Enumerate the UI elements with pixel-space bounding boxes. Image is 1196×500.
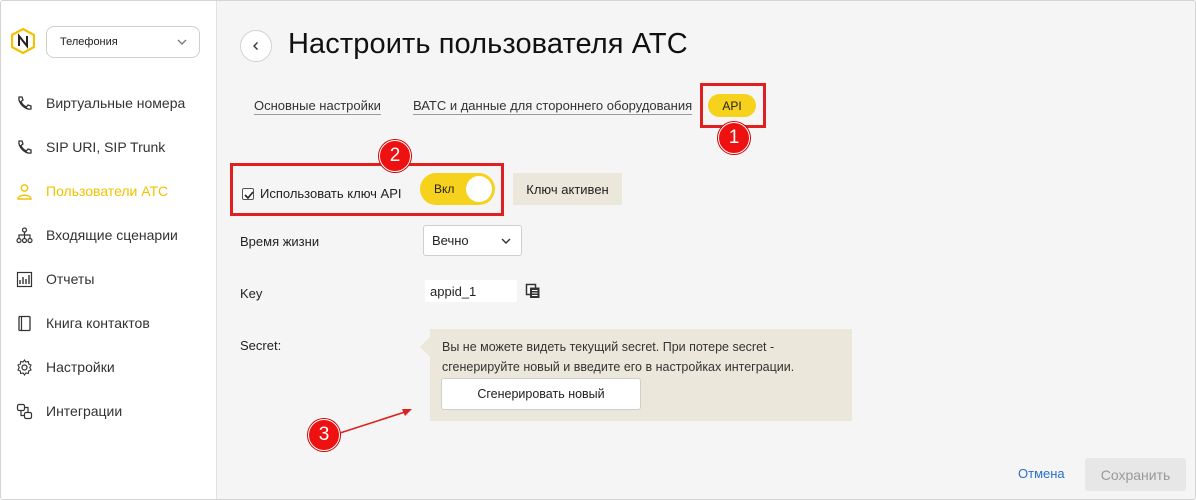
sidebar-item-label: SIP URI, SIP Trunk xyxy=(46,139,166,155)
key-label: Key xyxy=(240,286,263,301)
tab-general-settings[interactable]: Основные настройки xyxy=(254,98,381,115)
phone-icon xyxy=(18,96,32,110)
secret-label: Secret: xyxy=(240,338,282,353)
save-button[interactable]: Сохранить xyxy=(1085,458,1186,491)
integration-icon xyxy=(16,403,33,420)
generate-secret-button[interactable]: Сгенерировать новый xyxy=(441,378,641,410)
sidebar-nav: Виртуальные номера SIP URI, SIP Trunk По… xyxy=(1,81,217,433)
sidebar-item-label: Настройки xyxy=(46,359,115,375)
checkbox[interactable] xyxy=(242,187,254,200)
chevron-down-icon xyxy=(177,39,187,45)
use-api-key-checkbox[interactable]: Использовать ключ API xyxy=(242,186,402,201)
product-select[interactable]: Телефония xyxy=(46,26,200,58)
key-field[interactable] xyxy=(425,280,517,302)
chart-icon xyxy=(16,271,33,288)
sidebar-item-virtual-numbers[interactable]: Виртуальные номера xyxy=(1,81,217,125)
chevron-down-icon xyxy=(501,238,511,244)
lifetime-label: Время жизни xyxy=(240,234,320,249)
user-icon xyxy=(17,184,32,200)
page-title: Настроить пользователя АТС xyxy=(288,28,688,60)
sidebar-item-contacts[interactable]: Книга контактов xyxy=(1,301,217,345)
sidebar: Телефония Виртуальные номера SIP URI, SI… xyxy=(1,1,217,499)
cancel-link[interactable]: Отмена xyxy=(1018,466,1065,481)
annotation-arrow-icon xyxy=(339,409,412,434)
secret-note: Вы не можете видеть текущий secret. При … xyxy=(442,340,795,374)
lifetime-select[interactable]: Вечно xyxy=(423,225,522,256)
annotation-marker-3: 3 xyxy=(308,419,340,451)
sidebar-item-label: Отчеты xyxy=(46,271,95,287)
back-button[interactable] xyxy=(240,30,272,62)
sidebar-item-label: Пользователи АТС xyxy=(46,183,169,199)
toggle-knob xyxy=(466,176,492,202)
sidebar-item-label: Виртуальные номера xyxy=(46,95,186,111)
copy-icon[interactable] xyxy=(525,283,541,299)
logo-icon xyxy=(11,28,35,54)
sidebar-item-pbx-users[interactable]: Пользователи АТС xyxy=(1,169,217,213)
annotation-marker-2: 2 xyxy=(379,140,411,172)
toggle-label: Вкл xyxy=(434,182,455,196)
check-icon xyxy=(244,190,254,199)
sidebar-item-incoming-scenarios[interactable]: Входящие сценарии xyxy=(1,213,217,257)
use-api-key-label: Использовать ключ API xyxy=(260,186,402,201)
annotation-marker-1: 1 xyxy=(718,122,750,154)
secret-info-box: Вы не можете видеть текущий secret. При … xyxy=(430,329,852,421)
chevron-left-icon xyxy=(253,42,258,50)
book-icon xyxy=(18,315,31,332)
sidebar-item-sip[interactable]: SIP URI, SIP Trunk xyxy=(1,125,217,169)
sidebar-item-label: Книга контактов xyxy=(46,315,150,331)
flow-icon xyxy=(16,227,33,244)
lifetime-select-value: Вечно xyxy=(432,233,469,248)
gear-icon xyxy=(17,359,32,376)
sidebar-item-label: Входящие сценарии xyxy=(46,227,178,243)
phone-icon xyxy=(18,140,32,154)
app-window: Телефония Виртуальные номера SIP URI, SI… xyxy=(0,0,1196,500)
sidebar-item-label: Интеграции xyxy=(46,403,123,419)
api-key-toggle[interactable]: Вкл xyxy=(420,173,495,205)
sidebar-item-reports[interactable]: Отчеты xyxy=(1,257,217,301)
product-select-value: Телефония xyxy=(60,36,118,48)
key-status-badge: Ключ активен xyxy=(513,173,622,205)
main-content: Настроить пользователя АТС Основные наст… xyxy=(218,1,1195,499)
secret-box-pointer xyxy=(420,337,430,357)
sidebar-item-integrations[interactable]: Интеграции xyxy=(1,389,217,433)
sidebar-item-settings[interactable]: Настройки xyxy=(1,345,217,389)
tab-vpbx-data[interactable]: ВАТС и данные для стороннего оборудовани… xyxy=(413,98,693,115)
